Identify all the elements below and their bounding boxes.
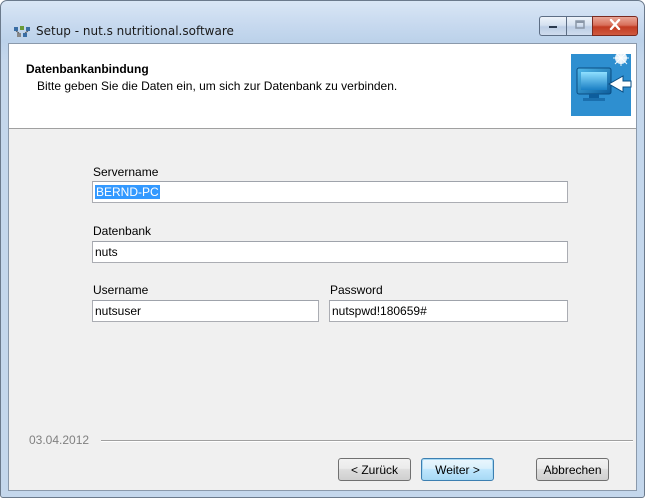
page-title: Datenbankanbindung <box>26 62 149 76</box>
cancel-button[interactable]: Abbrechen <box>536 458 609 481</box>
password-value: nutspwd!180659# <box>332 304 427 318</box>
maximize-icon <box>574 19 585 33</box>
datenbank-label: Datenbank <box>93 224 152 238</box>
datenbank-input[interactable]: nuts <box>92 241 568 263</box>
password-input[interactable]: nutspwd!180659# <box>329 300 568 322</box>
wizard-header: Datenbankanbindung Bitte geben Sie die D… <box>9 44 636 129</box>
minimize-button[interactable] <box>539 16 566 36</box>
next-button[interactable]: Weiter > <box>421 458 494 481</box>
window-title: Setup - nut.s nutritional.software <box>36 24 234 38</box>
wizard-client-area: Datenbankanbindung Bitte geben Sie die D… <box>8 43 637 491</box>
page-subtitle: Bitte geben Sie die Daten ein, um sich z… <box>37 79 398 93</box>
setup-app-icon <box>14 26 31 38</box>
servername-value: BERND-PC <box>95 185 160 199</box>
password-label: Password <box>330 283 383 297</box>
username-label: Username <box>93 283 149 297</box>
build-date: 03.04.2012 <box>29 433 90 447</box>
back-button[interactable]: < Zurück <box>338 458 411 481</box>
datenbank-value: nuts <box>95 245 118 259</box>
title-bar[interactable]: Setup - nut.s nutritional.software <box>1 1 644 43</box>
username-input[interactable]: nutsuser <box>92 300 319 322</box>
close-icon <box>609 18 621 33</box>
servername-input[interactable]: BERND-PC <box>92 181 568 203</box>
username-value: nutsuser <box>95 304 142 318</box>
maximize-button[interactable] <box>566 16 592 36</box>
minimize-icon <box>548 19 558 33</box>
computer-database-wizard-image <box>569 48 633 118</box>
setup-window: Setup - nut.s nutritional.software Daten… <box>0 0 645 498</box>
footer-divider <box>101 440 633 442</box>
caption-buttons <box>539 16 638 36</box>
close-button[interactable] <box>592 16 638 36</box>
servername-label: Servername <box>93 165 159 179</box>
